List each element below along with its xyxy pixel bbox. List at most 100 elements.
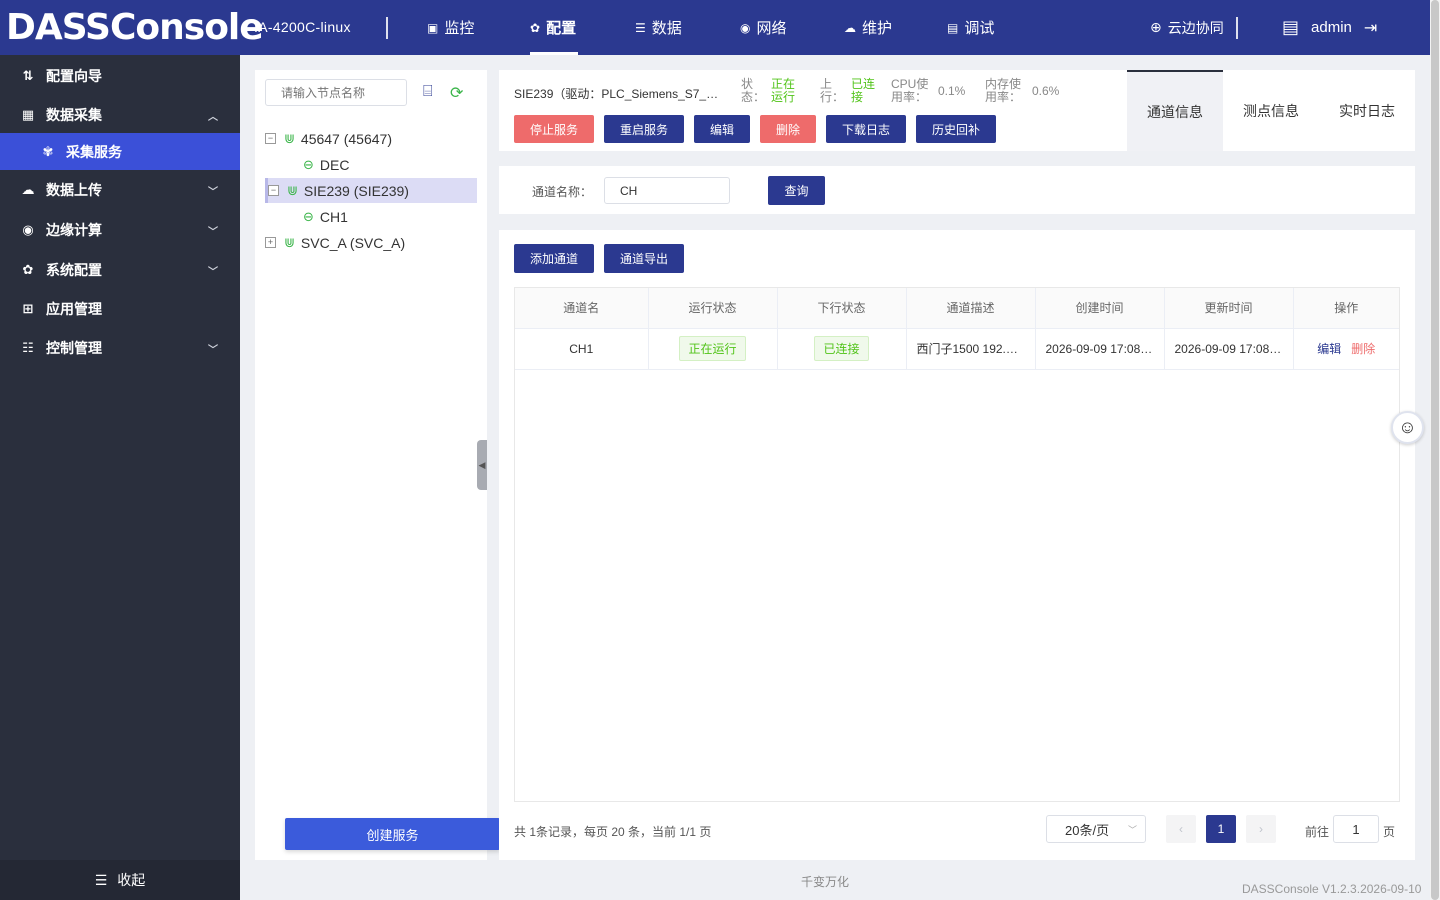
status-badge: 已连接: [814, 336, 869, 361]
tree-node-svc-a[interactable]: + ⋓ SVC_A (SVC_A): [265, 230, 477, 255]
wizard-icon: ⇅: [22, 68, 34, 83]
nav-debug[interactable]: ▤ 调试: [947, 0, 994, 55]
chevron-down-icon: ﹀: [208, 344, 218, 356]
col-description: 通道描述: [906, 288, 1036, 329]
edge-icon: ◉: [22, 222, 34, 237]
chevron-down-icon: ﹀: [208, 266, 218, 278]
collapse-toggle-icon[interactable]: −: [268, 185, 279, 196]
row-edit-link[interactable]: 编辑: [1317, 342, 1341, 356]
channel-node-icon: ⊖: [303, 208, 314, 224]
collapse-toggle-icon[interactable]: −: [265, 133, 276, 144]
tree-node-sie239[interactable]: − ⋓ SIE239 (SIE239): [265, 178, 477, 203]
cell-channel-name: CH1: [515, 328, 649, 370]
config-icon: ✿: [530, 20, 541, 35]
goto-page-input[interactable]: 1: [1333, 815, 1379, 843]
col-down-status: 下行状态: [777, 288, 907, 329]
device-name: IA-4200C-linux: [254, 19, 351, 35]
history-backfill-button[interactable]: 历史回补: [916, 115, 996, 143]
service-node-icon: ⋓: [284, 234, 295, 250]
col-run-status: 运行状态: [648, 288, 778, 329]
tab-point-info[interactable]: 测点信息: [1223, 70, 1319, 151]
sidebar-item-label: 配置向导: [46, 68, 102, 84]
node-tree-panel: ⌸ ⟳ −⋓45647 (45647) ⊖DEC −⋓SIE239 (SIE23…: [255, 70, 487, 860]
nav-monitor[interactable]: ▣ 监控: [427, 0, 474, 55]
status-label: 状态：: [741, 78, 765, 104]
top-navbar: DASSConsole IA-4200C-linux ▣ 监控 ✿ 配置 ☰ 数据 ◉…: [0, 0, 1430, 55]
row-delete-link[interactable]: 删除: [1351, 342, 1375, 356]
sidebar-item-edge[interactable]: ◉ 边缘计算 ﹀: [0, 211, 240, 249]
service-node-icon: ⋓: [287, 182, 298, 198]
sidebar: ⇅ 配置向导 ▦ 数据采集 ︿ ✾ 采集服务 ☁ 数据上传 ﹀ ◉ 边缘计算 ﹀ ✿ 系统配置 ﹀ …: [0, 55, 240, 900]
query-button[interactable]: 查询: [768, 176, 825, 205]
panel-collapse-handle[interactable]: ◀: [477, 440, 487, 490]
tree-node-dec[interactable]: ⊖ DEC: [265, 152, 477, 177]
sidebar-item-upload[interactable]: ☁ 数据上传 ﹀: [0, 171, 240, 209]
export-channel-button[interactable]: 通道导出: [604, 244, 684, 273]
tab-channel-info[interactable]: 通道信息: [1127, 70, 1223, 151]
col-updated: 更新时间: [1164, 288, 1294, 329]
create-service-button[interactable]: 创建服务: [285, 818, 500, 850]
restart-service-button[interactable]: 重启服务: [604, 115, 684, 143]
page-number-current[interactable]: 1: [1206, 815, 1236, 843]
control-icon: ☷: [22, 340, 34, 355]
expand-toggle-icon[interactable]: +: [265, 237, 276, 248]
delete-service-button[interactable]: 删除: [760, 115, 816, 143]
cpu-label: CPU使 用率：: [891, 78, 928, 104]
nav-data[interactable]: ☰ 数据: [635, 0, 682, 55]
footer-version: DASSConsole V1.2.3.2026-09-10: [1242, 882, 1422, 896]
user-doc-icon: ▤: [1282, 17, 1300, 37]
sidebar-item-system[interactable]: ✿ 系统配置 ﹀: [0, 251, 240, 289]
add-channel-button[interactable]: 添加通道: [514, 244, 594, 273]
prev-page-button[interactable]: ‹: [1166, 815, 1196, 843]
stop-service-button[interactable]: 停止服务: [514, 115, 594, 143]
collect-icon: ▦: [21, 107, 35, 122]
sidebar-item-label: 数据采集: [46, 107, 102, 123]
page-scrollbar[interactable]: [1430, 0, 1440, 900]
tab-realtime-log[interactable]: 实时日志: [1319, 70, 1415, 151]
tree-node-45647[interactable]: − ⋓ 45647 (45647): [265, 126, 477, 151]
page-size-select[interactable]: 20条/页 ﹀: [1046, 815, 1146, 843]
sidebar-item-wizard[interactable]: ⇅ 配置向导: [0, 57, 240, 95]
tree-structure-icon[interactable]: ⌸: [423, 83, 433, 101]
assistant-avatar-icon[interactable]: ☺: [1391, 411, 1424, 444]
menu-icon: ☰: [94, 871, 108, 888]
chevron-down-icon: ﹀: [1127, 824, 1137, 835]
refresh-icon[interactable]: ⟳: [450, 83, 463, 103]
uplink-label: 上行：: [820, 78, 844, 104]
label-line: 态：: [741, 90, 766, 104]
sidebar-item-apps[interactable]: ⊞ 应用管理: [0, 290, 240, 328]
cell-created: 2026-09-09 17:08:21: [1035, 328, 1165, 370]
logout-icon[interactable]: ⇥: [1364, 18, 1377, 38]
edit-service-button[interactable]: 编辑: [694, 115, 750, 143]
query-card: 通道名称： 查询: [499, 166, 1415, 214]
sidebar-collapse-button[interactable]: ☰ 收起: [0, 860, 240, 900]
nav-config[interactable]: ✿ 配置: [530, 0, 579, 55]
cloud-edge-link[interactable]: ⊕ 云边协同: [1150, 0, 1224, 55]
tree-node-ch1[interactable]: ⊖ CH1: [265, 204, 477, 229]
sidebar-item-service[interactable]: ✾ 采集服务: [0, 133, 240, 170]
channel-name-input[interactable]: [604, 177, 730, 204]
sidebar-item-label: 控制管理: [46, 340, 102, 356]
nav-label: 维护: [862, 20, 893, 37]
table-row[interactable]: CH1 正在运行 已连接 西门子1500 192.168.1.10 2026-0…: [515, 328, 1399, 370]
download-log-button[interactable]: 下载日志: [826, 115, 906, 143]
user-menu[interactable]: ▤ admin ⇥: [1282, 0, 1377, 55]
sidebar-item-label: 系统配置: [46, 262, 102, 278]
tree-search-input[interactable]: [265, 79, 407, 106]
sidebar-item-collect[interactable]: ▦ 数据采集 ︿: [0, 96, 240, 134]
col-actions: 操作: [1293, 288, 1399, 329]
nav-network[interactable]: ◉ 网络: [740, 0, 787, 55]
app-logo: DASSConsole: [6, 7, 264, 48]
scrollbar-thumb[interactable]: [1431, 0, 1439, 900]
page-size-value: 20条/页: [1065, 822, 1110, 838]
monitor-icon: ▣: [427, 20, 439, 35]
sidebar-item-control[interactable]: ☷ 控制管理 ﹀: [0, 329, 240, 367]
table-header-row: 通道名 运行状态 下行状态 通道描述 创建时间 更新时间 操作: [515, 288, 1399, 329]
nav-maintain[interactable]: ☁ 维护: [844, 0, 892, 55]
value-line: 接: [851, 90, 864, 104]
value-line: 运行: [771, 90, 796, 104]
sidebar-item-label: 边缘计算: [46, 222, 102, 238]
next-page-button[interactable]: ›: [1246, 815, 1276, 843]
cell-updated: 2026-09-09 17:08:21: [1164, 328, 1294, 370]
service-title: SIE239（驱动：PLC_Siemens_S7_1500）: [514, 87, 724, 101]
